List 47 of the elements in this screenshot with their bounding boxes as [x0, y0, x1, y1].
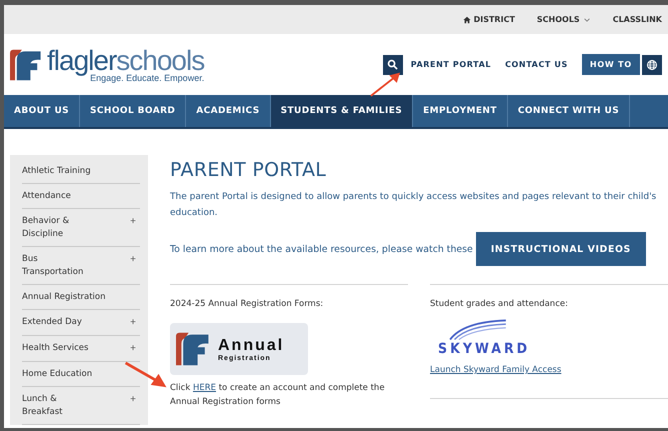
home-icon — [462, 16, 471, 24]
sidebar-item[interactable]: Attendance — [22, 190, 71, 203]
expand-button[interactable]: + — [130, 393, 140, 407]
nav-tab[interactable]: SCHOOL BOARD — [80, 95, 186, 127]
sidebar-item[interactable]: Annual Registration — [22, 291, 106, 304]
sidebar-item[interactable]: Extended Day — [22, 316, 82, 329]
intro-text: The parent Portal is designed to allow parents to quickly access websites and pages relevant to their child's education. — [170, 191, 658, 220]
nav-tab[interactable]: ABOUT US — [4, 95, 80, 127]
logo-text: schools — [116, 44, 204, 76]
videos-text: To learn more about the available resources, please watch these — [170, 244, 473, 254]
sidebar-item[interactable]: Bus Transportation — [22, 253, 98, 279]
section-heading: 2024-25 Annual Registration Forms: — [170, 299, 324, 309]
logo-text: flagler — [47, 44, 116, 76]
header-link[interactable]: CONTACT US — [505, 60, 568, 69]
logo-tagline: Engage. Educate. Empower. — [90, 72, 204, 82]
logo[interactable]: flaglerschools Engage. Educate. Empower. — [10, 46, 204, 82]
sidebar-item[interactable]: Behavior & Discipline — [22, 215, 98, 241]
nav-tab[interactable]: EMPLOYMENT — [413, 95, 508, 127]
sidebar-item[interactable]: Home Education — [22, 368, 92, 381]
search-button[interactable] — [382, 54, 403, 74]
brand-logo-text: SKYWARD — [438, 341, 530, 357]
page-title: PARENT PORTAL — [170, 159, 328, 181]
section-heading: Student grades and attendance: — [430, 299, 569, 309]
nav-tab[interactable]: STUDENTS & FAMILIES — [270, 95, 414, 127]
expand-button[interactable]: + — [130, 342, 140, 356]
top-link[interactable]: DISTRICT — [462, 15, 515, 24]
banner-title: Annual — [218, 336, 284, 354]
here-link[interactable]: HERE — [192, 383, 216, 393]
expand-button[interactable]: + — [130, 316, 140, 330]
search-icon — [387, 59, 398, 70]
top-link[interactable]: CLASSLINK — [612, 15, 662, 24]
globe-icon — [646, 58, 658, 70]
nav-tab[interactable]: CONNECT WITH US — [508, 95, 630, 127]
videos-button[interactable]: INSTRUCTIONAL VIDEOS — [476, 232, 646, 266]
sidebar-item[interactable]: Athletic Training — [22, 165, 91, 178]
expand-button[interactable]: + — [130, 215, 140, 229]
sidebar-item[interactable]: Lunch & Breakfast — [22, 393, 98, 419]
how-to-button[interactable]: HOW TO — [582, 54, 640, 75]
translate-button[interactable] — [642, 54, 662, 74]
top-link[interactable]: SCHOOLS — [536, 15, 591, 24]
instruction-text: Click HERE to create an account and complete the Annual Registration forms — [170, 382, 386, 409]
sidebar-item[interactable]: Health Services — [22, 342, 88, 355]
caret-icon — [582, 16, 591, 24]
skyward-link[interactable]: Launch Skyward Family Access — [430, 365, 562, 375]
expand-button[interactable]: + — [130, 253, 140, 267]
annotation-arrow — [124, 361, 168, 390]
header-link[interactable]: PARENT PORTAL — [410, 60, 492, 69]
